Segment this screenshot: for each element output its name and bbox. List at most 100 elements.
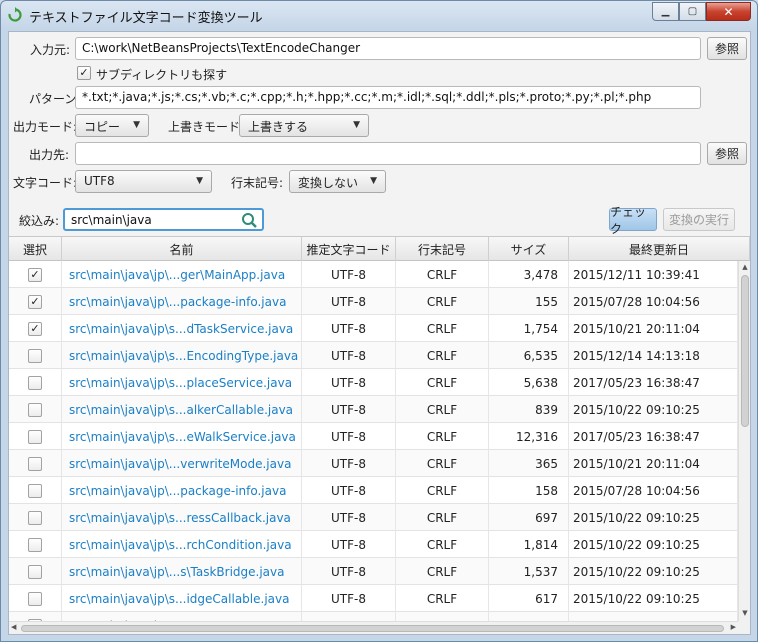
scroll-left-icon[interactable]: ◀ xyxy=(11,623,16,631)
date-cell: 2015/10/22 09:10:25 xyxy=(569,558,738,585)
file-name-cell[interactable]: src\main\java\jp\...package-info.java xyxy=(62,477,302,504)
file-name-cell[interactable]: src\main\java\jp\s...idgeCallable.java xyxy=(62,585,302,612)
file-name-cell[interactable]: src\main\java\jp\s...EncodingType.java xyxy=(62,342,302,369)
output-browse-button[interactable]: 参照 xyxy=(707,142,747,165)
minimize-button[interactable]: ▁ xyxy=(652,2,679,21)
encoding-cell: UTF-8 xyxy=(302,504,396,531)
horizontal-scrollbar[interactable]: ◀ ▶ xyxy=(9,621,738,634)
date-cell: 2015/10/22 09:10:25 xyxy=(569,531,738,558)
row-checkbox[interactable]: ✓ xyxy=(28,321,42,336)
table-row[interactable]: ✓ src\main\java\jp\...ger\MainApp.java UTF… xyxy=(9,261,738,288)
row-checkbox[interactable] xyxy=(28,591,42,606)
row-checkbox-cell: ✓ xyxy=(9,315,62,342)
row-checkbox-cell xyxy=(9,531,62,558)
row-checkbox-cell xyxy=(9,585,62,612)
output-dest-field[interactable] xyxy=(75,142,701,165)
convert-button[interactable]: 変換の実行 xyxy=(663,208,735,231)
file-name-cell[interactable]: src\main\java\jp\...s\TaskBridge.java xyxy=(62,558,302,585)
column-header-select[interactable]: 選択 xyxy=(9,237,62,261)
size-cell: 697 xyxy=(489,504,569,531)
column-header-encoding[interactable]: 推定文字コード xyxy=(302,237,396,261)
file-name-cell[interactable]: src\main\java\jp\s...eWalkService.java xyxy=(62,423,302,450)
scrollbar-thumb[interactable] xyxy=(21,625,724,632)
table-row[interactable]: src\main\java\jp\s...alkerCallable.java U… xyxy=(9,396,738,423)
row-checkbox[interactable] xyxy=(28,375,42,390)
table-row[interactable]: src\main\java\jp\s...placeService.java UT… xyxy=(9,369,738,396)
scroll-up-icon[interactable]: ▲ xyxy=(740,263,750,273)
file-name-cell[interactable]: src\main\java\jp\...verwriteMode.java xyxy=(62,450,302,477)
size-cell: 5,777 xyxy=(489,612,569,621)
table-row[interactable]: src\main\java\jp\s...EncodingType.java UT… xyxy=(9,342,738,369)
file-name-cell[interactable]: src\main\java\jp\s...rchCondition.java xyxy=(62,531,302,558)
row-checkbox[interactable] xyxy=(28,564,42,579)
encoding-cell: UTF-8 xyxy=(302,585,396,612)
eol-value: 変換しない xyxy=(298,176,359,190)
app-window: テキストファイル文字コード変換ツール ▁ ▢ ✕ 入力元: C:\work\Ne… xyxy=(0,0,758,642)
date-cell: 2017/05/23 16:38:47 xyxy=(569,369,738,396)
row-checkbox[interactable] xyxy=(28,429,42,444)
row-checkbox-cell: ✓ xyxy=(9,288,62,315)
eol-select[interactable]: 変換しない ▼ xyxy=(289,170,386,193)
file-name-cell[interactable]: src\main\java\jp\...ger\MainApp.java xyxy=(62,261,302,288)
vertical-scrollbar[interactable]: ▲ ▼ xyxy=(738,261,750,621)
subdir-checkbox[interactable]: ✓ xyxy=(77,66,91,80)
table-row[interactable]: ✓ src\main\java\jp\...package-info.java UT… xyxy=(9,288,738,315)
maximize-button[interactable]: ▢ xyxy=(679,2,706,21)
encoding-cell: UTF-8 xyxy=(302,288,396,315)
file-name-cell[interactable]: src\main\java\jp\s...dTaskService.java xyxy=(62,315,302,342)
charset-select[interactable]: UTF8 ▼ xyxy=(75,170,212,193)
date-cell: 2015/10/22 09:10:25 xyxy=(569,504,738,531)
row-checkbox-cell xyxy=(9,342,62,369)
column-header-size[interactable]: サイズ xyxy=(489,237,569,261)
row-checkbox[interactable]: ✓ xyxy=(28,294,42,309)
filter-field[interactable]: src\main\java xyxy=(63,208,264,231)
file-name-cell[interactable]: src\main\java\jp\s...alkerCallable.java xyxy=(62,396,302,423)
file-name-cell[interactable]: src\main\java\jp\s... xyxy=(62,612,302,621)
scrollbar-thumb[interactable] xyxy=(741,275,749,427)
search-icon[interactable] xyxy=(241,212,258,229)
row-checkbox[interactable] xyxy=(28,537,42,552)
size-cell: 1,537 xyxy=(489,558,569,585)
eol-cell: CRLF xyxy=(396,261,489,288)
input-browse-button[interactable]: 参照 xyxy=(707,37,747,60)
date-cell: 2015/10/21 20:11:04 xyxy=(569,450,738,477)
file-name-cell[interactable]: src\main\java\jp\s...placeService.java xyxy=(62,369,302,396)
column-header-date[interactable]: 最終更新日 xyxy=(569,237,750,261)
row-checkbox[interactable] xyxy=(28,483,42,498)
input-path-field[interactable]: C:\work\NetBeansProjects\TextEncodeChang… xyxy=(75,37,701,60)
row-checkbox-cell xyxy=(9,477,62,504)
table-row[interactable]: src\main\java\jp\s...idgeCallable.java UT… xyxy=(9,585,738,612)
column-header-name[interactable]: 名前 xyxy=(62,237,302,261)
table-row[interactable]: src\main\java\jp\s...UTF-8CRLF5,7772017/… xyxy=(9,612,738,621)
table-row[interactable]: src\main\java\jp\s...eWalkService.java UT… xyxy=(9,423,738,450)
table-row[interactable]: ✓ src\main\java\jp\s...dTaskService.java U… xyxy=(9,315,738,342)
row-checkbox[interactable]: ✓ xyxy=(28,267,42,282)
file-name-cell[interactable]: src\main\java\jp\...package-info.java xyxy=(62,288,302,315)
row-checkbox-cell xyxy=(9,612,62,621)
file-name-cell[interactable]: src\main\java\jp\s...ressCallback.java xyxy=(62,504,302,531)
eol-cell: CRLF xyxy=(396,450,489,477)
encoding-cell: UTF-8 xyxy=(302,531,396,558)
table-row[interactable]: src\main\java\jp\s...ressCallback.java UT… xyxy=(9,504,738,531)
scroll-right-icon[interactable]: ▶ xyxy=(731,623,736,631)
table-row[interactable]: src\main\java\jp\...verwriteMode.java UTF… xyxy=(9,450,738,477)
scroll-down-icon[interactable]: ▼ xyxy=(740,609,750,619)
row-checkbox[interactable] xyxy=(28,348,42,363)
output-mode-select[interactable]: コピー ▼ xyxy=(75,114,149,137)
table-row[interactable]: src\main\java\jp\s...rchCondition.java UT… xyxy=(9,531,738,558)
check-button[interactable]: チェック xyxy=(609,205,657,236)
date-cell: 2015/10/21 20:11:04 xyxy=(569,315,738,342)
table-row[interactable]: src\main\java\jp\...s\TaskBridge.java UTF… xyxy=(9,558,738,585)
eol-cell: CRLF xyxy=(396,585,489,612)
pattern-field[interactable]: *.txt;*.java;*.js;*.cs;*.vb;*.c;*.cpp;*.… xyxy=(75,86,701,109)
table-row[interactable]: src\main\java\jp\...package-info.java UTF… xyxy=(9,477,738,504)
size-cell: 365 xyxy=(489,450,569,477)
row-checkbox[interactable] xyxy=(28,510,42,525)
title-bar[interactable]: テキストファイル文字コード変換ツール ▁ ▢ ✕ xyxy=(1,1,757,29)
overwrite-mode-select[interactable]: 上書きする ▼ xyxy=(239,114,369,137)
date-cell: 2017/05/23 16:38:47 xyxy=(569,612,738,621)
row-checkbox[interactable] xyxy=(28,456,42,471)
close-button[interactable]: ✕ xyxy=(706,2,751,21)
column-header-eol[interactable]: 行末記号 xyxy=(396,237,489,261)
row-checkbox[interactable] xyxy=(28,402,42,417)
